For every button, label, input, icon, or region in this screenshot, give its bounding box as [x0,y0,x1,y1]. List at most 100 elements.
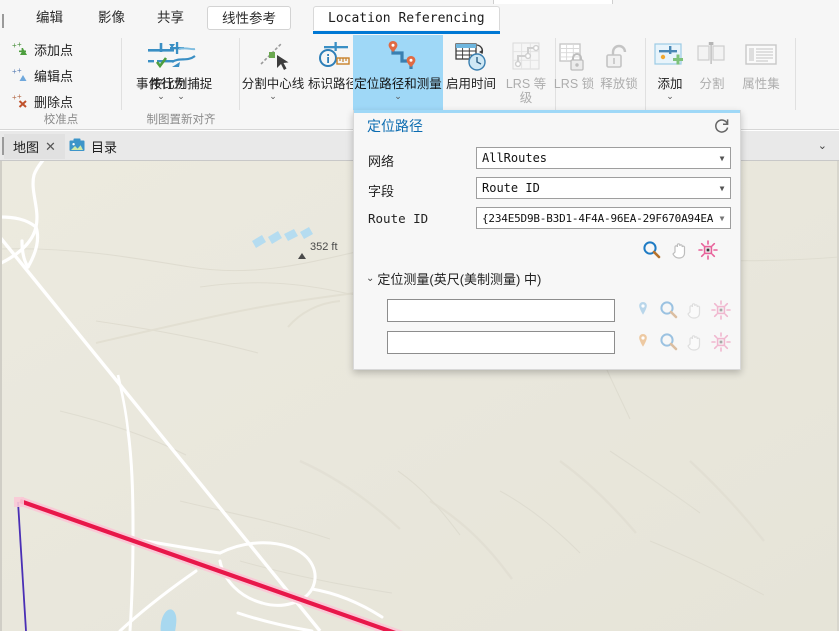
ribbon-button-lrs-lock: LRS 锁 [550,36,598,110]
field-row-route-id: Route ID {234E5D9B-B3D1-4F4A-96EA-29F670… [354,207,740,233]
chevron-down-icon[interactable]: ⌄ [666,92,674,101]
ribbon-button-snap-proportional[interactable]: 按比例捕捉 ⌄ [150,36,212,110]
measure-from-tools [632,299,737,322]
ribbon-button-snap-proportional-label: 按比例捕捉 [149,77,213,91]
network-label: 网络 [368,154,395,169]
ribbon-button-attribute-set-label: 属性集 [742,77,780,91]
ribbon-tab-location-referencing[interactable]: Location Referencing [313,6,500,34]
ribbon-partial-tab [493,0,613,4]
ribbon-button-lrs-grade-label: LRS 等级 [505,77,547,106]
attribute-set-icon [743,40,779,74]
split-icon [694,40,730,74]
ribbon-button-locate-route-and-measure-label: 定位路径和测量 [354,77,442,91]
ribbon-button-identify-route-label: 标识路径 [307,77,358,91]
document-tab-catalog[interactable]: 目录 [60,134,126,159]
locate-route-measure-icon [380,40,416,74]
ribbon-button-add-label: 添加 [657,77,683,91]
field-combobox-value: Route ID [482,181,540,195]
magnifier-icon[interactable] [641,239,663,261]
lrs-grade-icon [508,40,544,74]
dialog-title: 定位路径 [367,118,423,134]
pan-hand-icon [684,299,706,321]
flash-icon[interactable] [697,239,719,261]
route-id-label: Route ID [368,211,429,226]
locate-measure-section-header[interactable]: ⌄ 定位测量(英尺(美制测量) 中) [366,269,541,288]
catalog-icon [69,138,85,155]
dialog-accent-line [354,110,740,113]
close-icon[interactable]: ✕ [45,140,56,153]
ribbon-button-release-lock-label: 释放锁 [600,77,638,91]
svg-text:+: + [17,41,22,49]
ribbon-button-split: 分割 [688,36,736,110]
split-centerline-icon [255,40,291,74]
document-tab-map-label: 地图 [13,140,40,155]
edit-point-icon: + + [12,66,29,83]
svg-text:+: + [17,93,22,101]
elevation-triangle-icon [298,253,306,259]
ribbon-button-delete-point-label: 删除点 [34,94,74,110]
ribbon-button-add-point[interactable]: + + 添加点 [8,38,77,60]
ribbon-group-separator [795,38,796,110]
ribbon-group-label-calibration: 校准点 [43,114,79,126]
measure-to-input[interactable] [387,331,615,354]
application-window: 编辑 影像 共享 线性参考 Location Referencing + + 添… [0,0,839,631]
svg-text:+: + [17,67,22,75]
magnifier-icon [658,331,680,353]
snap-proportional-icon [163,40,199,74]
ribbon-button-split-centerline[interactable]: 分割中心线 ⌄ [238,36,308,110]
map-left-edge [0,161,2,631]
ribbon-tab-imagery[interactable]: 影像 [88,6,135,30]
magnifier-icon [658,299,680,321]
ribbon-tab-strip: 编辑 影像 共享 线性参考 Location Referencing [0,0,839,34]
ribbon-button-add[interactable]: 添加 ⌄ [646,36,694,110]
chevron-down-icon[interactable]: ▼ [714,184,730,193]
field-label: 字段 [368,184,395,199]
field-row-network: 网络 AllRoutes ▼ [354,147,740,173]
measure-from-input[interactable] [387,299,615,322]
refresh-icon[interactable] [712,116,732,136]
enable-time-icon [453,40,489,74]
delete-point-icon: + + [12,92,29,109]
chevron-down-icon[interactable]: ⌄ [177,92,185,101]
route-tool-row [641,239,731,261]
ribbon-group-label-realign: 制图置新对齐 [146,114,216,126]
measure-to-tools [632,331,737,354]
ribbon-tab-share[interactable]: 共享 [147,6,194,30]
ribbon-button-split-label: 分割 [699,77,725,91]
ribbon-tab-edit[interactable]: 编辑 [26,6,73,30]
map-elevation-label: 352 ft [298,241,338,259]
field-row-field: 字段 Route ID ▼ [354,177,740,203]
ribbon-button-enable-time[interactable]: 启用时间 [441,36,501,110]
chevron-down-icon[interactable]: ⌄ [366,273,374,284]
route-id-combobox[interactable]: {234E5D9B-B3D1-4F4A-96EA-29F670A94EA6} ▼ [476,207,731,229]
ribbon-button-edit-point[interactable]: + + 编辑点 [8,64,77,86]
document-tab-catalog-label: 目录 [91,140,118,155]
network-combobox-value: AllRoutes [482,151,548,165]
pan-hand-icon [684,331,706,353]
ribbon-left-edge [2,14,4,28]
identify-route-icon [315,40,351,74]
flash-icon [710,331,732,353]
add-point-icon: + + [12,40,29,57]
ribbon-group-calibration-points: + + 添加点 + + 编辑点 + + 删除点 校准点 [0,34,122,129]
chevron-down-icon[interactable]: ▼ [714,214,730,223]
chevron-down-icon[interactable]: ⌄ [269,92,277,101]
ribbon-button-delete-point[interactable]: + + 删除点 [8,90,77,112]
ribbon-button-enable-time-label: 启用时间 [445,77,496,91]
field-combobox[interactable]: Route ID ▼ [476,177,731,199]
locate-measure-section-title: 定位测量(英尺(美制测量) 中) [377,272,542,287]
chevron-down-icon[interactable]: ⌄ [818,139,827,152]
ribbon-button-split-centerline-label: 分割中心线 [241,77,305,91]
map-elevation-value: 352 ft [310,241,338,253]
pan-hand-icon [669,239,691,261]
pin-marker-from-icon[interactable] [632,299,654,321]
network-combobox[interactable]: AllRoutes ▼ [476,147,731,169]
pin-marker-to-icon[interactable] [632,331,654,353]
chevron-down-icon[interactable]: ▼ [714,154,730,163]
ribbon-tab-linear-referencing[interactable]: 线性参考 [207,6,291,30]
flash-icon [710,299,732,321]
document-tab-map[interactable]: 地图 ✕ [4,134,65,159]
route-id-combobox-value: {234E5D9B-B3D1-4F4A-96EA-29F670A94EA6} [482,211,714,225]
chevron-down-icon[interactable]: ⌄ [394,92,402,101]
ribbon-button-locate-route-and-measure[interactable]: 定位路径和测量 ⌄ [353,35,443,114]
